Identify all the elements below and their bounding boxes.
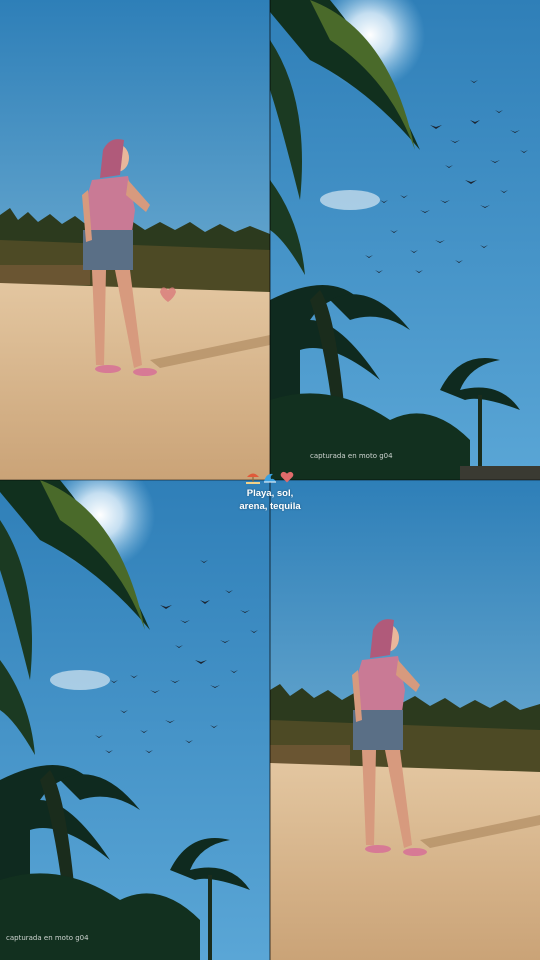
photo-woman-beach-bottom (270, 480, 540, 960)
story-caption: Playa, sol, arena, tequila (210, 470, 330, 513)
caption-emojis (210, 470, 330, 484)
camera-credit: capturada en moto g04 (6, 934, 89, 942)
photo-woman-beach-top (0, 0, 270, 480)
beach-umbrella-icon (246, 473, 260, 484)
caption-line-2: arena, tequila (239, 501, 301, 512)
photo-palms-birds-top: capturada en moto g04 (270, 0, 540, 480)
caption-line-1: Playa, sol, (246, 488, 294, 499)
wave-icon (264, 473, 276, 483)
photo-palms-birds-bottom: capturada en moto g04 (0, 480, 270, 960)
heart-icon (280, 471, 294, 483)
camera-credit: capturada en moto g04 (310, 452, 393, 460)
